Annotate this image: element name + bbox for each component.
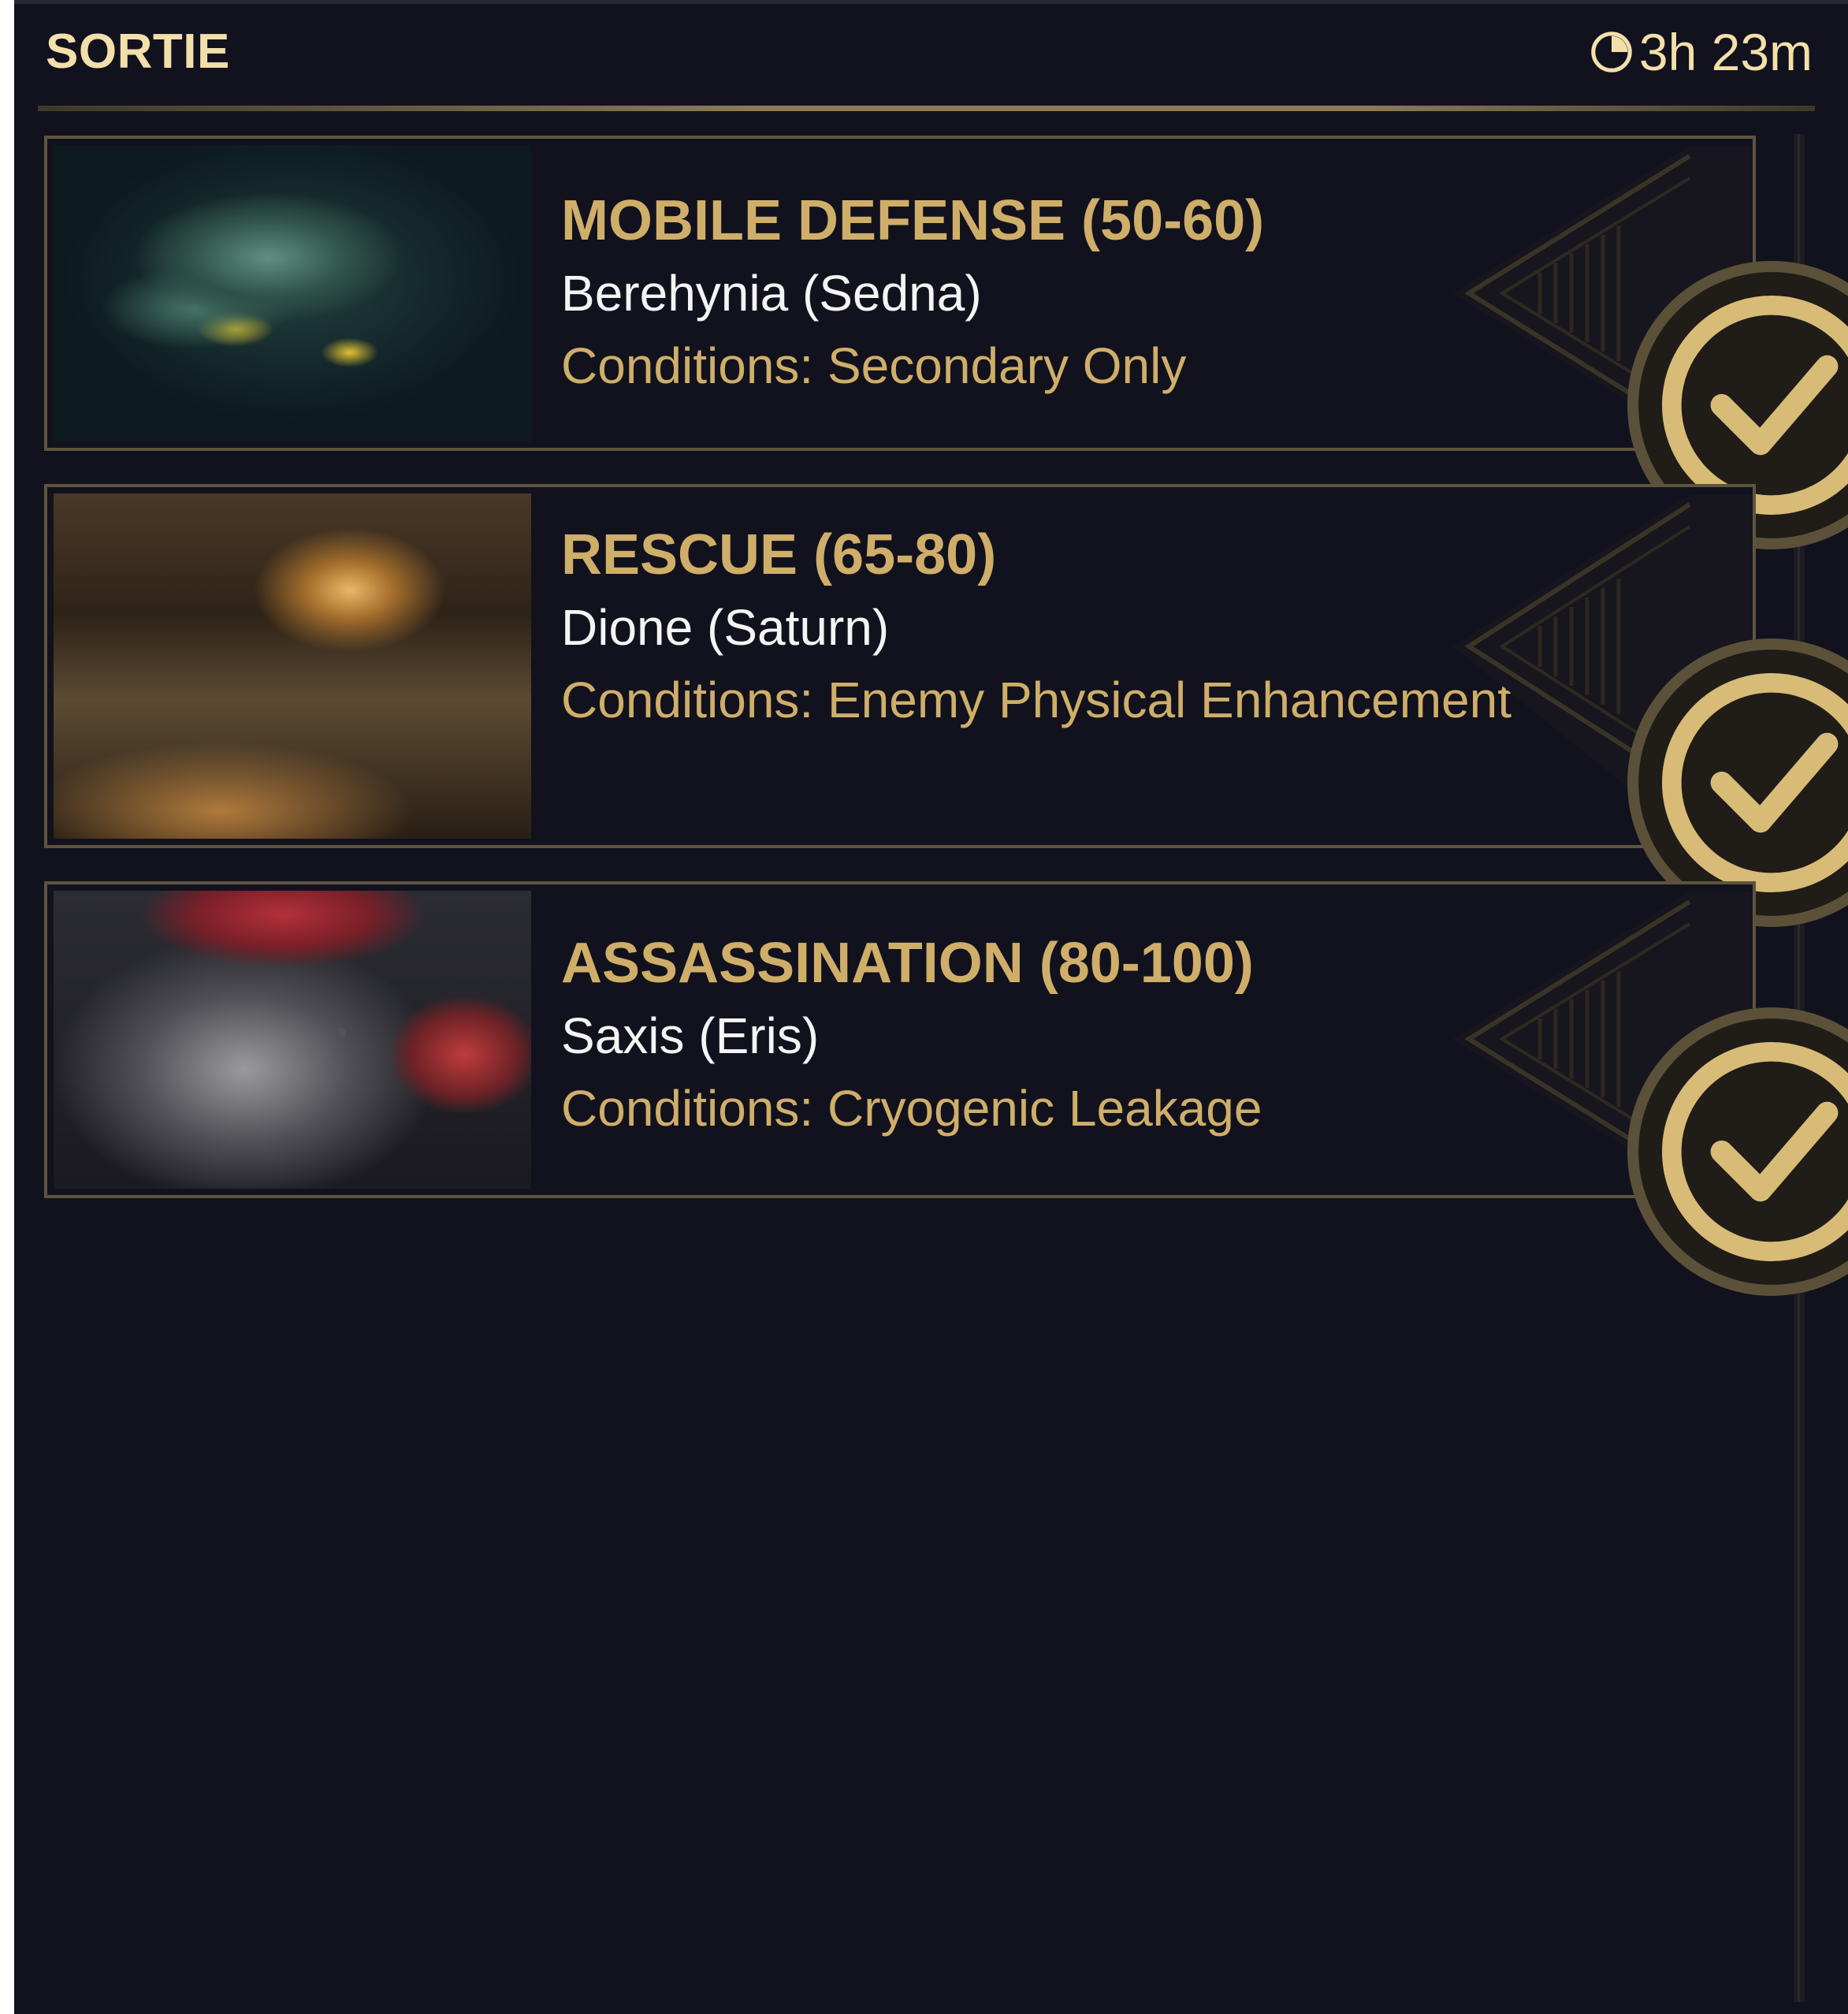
mission-conditions: Conditions: Cryogenic Leakage bbox=[561, 1080, 1262, 1137]
header-divider bbox=[38, 106, 1815, 111]
sortie-panel: SORTIE 3h 23m MOBILE DEFENSE (50-60) Ber… bbox=[14, 0, 1848, 2014]
mission-type: ASSASSINATION (80-100) bbox=[561, 932, 1254, 995]
mission-node: Dione (Saturn) bbox=[561, 599, 890, 656]
mission-emblem bbox=[1453, 139, 1848, 549]
mission-conditions: Conditions: Enemy Physical Enhancement bbox=[561, 672, 1511, 728]
mission-emblem bbox=[1453, 487, 1848, 927]
panel-title: SORTIE bbox=[46, 24, 230, 79]
clock-icon bbox=[1591, 32, 1632, 73]
mission-node: Saxis (Eris) bbox=[561, 1007, 820, 1064]
mission-thumbnail bbox=[54, 145, 531, 441]
mission-info: RESCUE (65-80) Dione (Saturn) Conditions… bbox=[561, 527, 1516, 736]
mission-thumbnail bbox=[54, 493, 531, 839]
mission-card[interactable]: MOBILE DEFENSE (50-60) Berehynia (Sedna)… bbox=[44, 136, 1848, 549]
sortie-header: SORTIE 3h 23m bbox=[14, 0, 1848, 111]
mission-emblem bbox=[1453, 884, 1848, 1296]
timer-text: 3h 23m bbox=[1638, 23, 1813, 81]
mission-type: RESCUE (65-80) bbox=[561, 523, 997, 586]
mission-info: MOBILE DEFENSE (50-60) Berehynia (Sedna)… bbox=[561, 192, 1516, 402]
check-circle-icon bbox=[1627, 1007, 1848, 1296]
time-remaining: 3h 23m bbox=[1589, 22, 1813, 82]
mission-conditions: Conditions: Secondary Only bbox=[561, 337, 1187, 394]
mission-thumbnail bbox=[54, 891, 531, 1189]
mission-node: Berehynia (Sedna) bbox=[561, 265, 982, 322]
mission-info: ASSASSINATION (80-100) Saxis (Eris) Cond… bbox=[561, 935, 1516, 1145]
mission-card[interactable]: ASSASSINATION (80-100) Saxis (Eris) Cond… bbox=[44, 881, 1848, 1296]
mission-type: MOBILE DEFENSE (50-60) bbox=[561, 189, 1265, 252]
mission-card[interactable]: RESCUE (65-80) Dione (Saturn) Conditions… bbox=[44, 484, 1848, 927]
